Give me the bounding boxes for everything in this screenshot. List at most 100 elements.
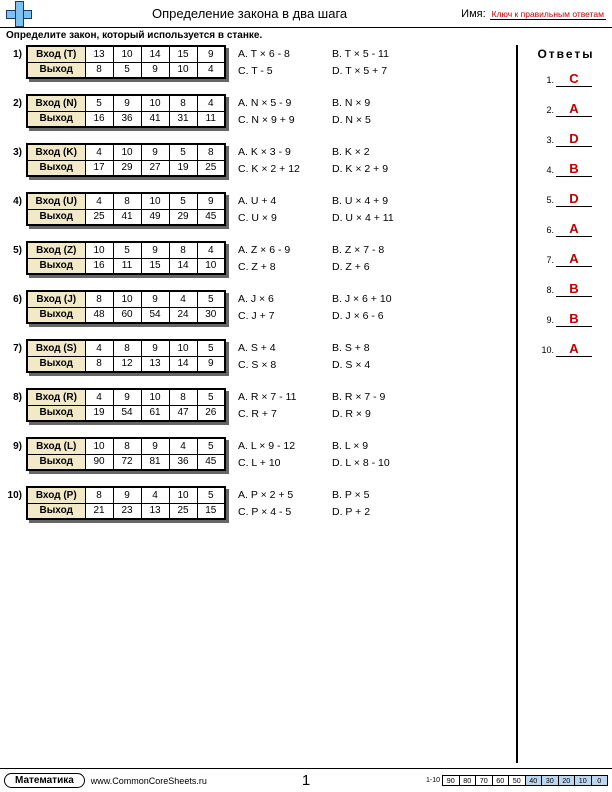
output-cell: 23 xyxy=(113,503,141,519)
problem-number: 3) xyxy=(4,143,26,158)
answer-number: 2. xyxy=(540,105,554,115)
input-label: Вход (U) xyxy=(27,193,85,209)
choice-option: B. T × 5 - 11 xyxy=(332,46,408,63)
output-cell: 9 xyxy=(141,62,169,78)
output-cell: 29 xyxy=(169,209,197,225)
choices: A. R × 7 - 11B. R × 7 - 9C. R + 7D. R × … xyxy=(238,388,408,423)
input-cell: 9 xyxy=(141,242,169,258)
input-cell: 10 xyxy=(169,340,197,356)
input-cell: 4 xyxy=(197,242,225,258)
input-cell: 10 xyxy=(85,242,113,258)
answer-row: 6.A xyxy=(522,221,610,237)
answer-value: B xyxy=(556,161,592,177)
input-label: Вход (L) xyxy=(27,438,85,454)
choice-option: B. P × 5 xyxy=(332,487,408,504)
problem: 10)Вход (P)894105Выход2123132515A. P × 2… xyxy=(4,486,510,521)
io-table: Вход (L)108945Выход9072813645 xyxy=(26,437,226,471)
answer-row: 8.B xyxy=(522,281,610,297)
choice-option: D. R × 9 xyxy=(332,406,408,423)
choices: A. J × 6B. J × 6 + 10C. J + 7D. J × 6 - … xyxy=(238,290,408,325)
answer-value: B xyxy=(556,311,592,327)
choice-option: C. J + 7 xyxy=(238,308,314,325)
input-cell: 4 xyxy=(85,144,113,160)
answers-title: Ответы xyxy=(522,47,610,61)
input-cell: 4 xyxy=(141,487,169,503)
page-number: 1 xyxy=(302,772,310,789)
output-label: Выход xyxy=(27,307,85,323)
output-label: Выход xyxy=(27,356,85,372)
output-cell: 60 xyxy=(113,307,141,323)
input-cell: 5 xyxy=(169,144,197,160)
answers-list: 1.C2.A3.D4.B5.D6.A7.A8.B9.B10.A xyxy=(522,71,610,357)
answer-row: 2.A xyxy=(522,101,610,117)
answer-number: 3. xyxy=(540,135,554,145)
output-cell: 10 xyxy=(169,62,197,78)
answer-number: 4. xyxy=(540,165,554,175)
output-label: Выход xyxy=(27,258,85,274)
choice-option: C. K × 2 + 12 xyxy=(238,161,314,178)
choice-option: A. S + 4 xyxy=(238,340,314,357)
score-cell: 40 xyxy=(525,776,542,786)
input-cell: 8 xyxy=(169,95,197,111)
input-cell: 9 xyxy=(197,193,225,209)
problem: 1)Вход (T)131014159Выход859104A. T × 6 -… xyxy=(4,45,510,80)
score-table: 9080706050403020100 xyxy=(442,775,608,786)
input-cell: 4 xyxy=(169,291,197,307)
answer-key-text: Ключ к правильным ответам xyxy=(490,9,606,20)
answer-value: A xyxy=(556,101,592,117)
output-label: Выход xyxy=(27,111,85,127)
answer-number: 5. xyxy=(540,195,554,205)
problem-number: 10) xyxy=(4,486,26,501)
problem-number: 1) xyxy=(4,45,26,60)
answer-row: 7.A xyxy=(522,251,610,267)
input-cell: 8 xyxy=(113,193,141,209)
input-label: Вход (S) xyxy=(27,340,85,356)
choice-option: D. K × 2 + 9 xyxy=(332,161,408,178)
output-label: Выход xyxy=(27,454,85,470)
input-cell: 4 xyxy=(197,95,225,111)
input-cell: 10 xyxy=(141,389,169,405)
choice-option: B. U × 4 + 9 xyxy=(332,193,408,210)
answers-column: Ответы 1.C2.A3.D4.B5.D6.A7.A8.B9.B10.A xyxy=(516,45,612,763)
header: Определение закона в два шага Имя: Ключ … xyxy=(0,0,612,28)
output-cell: 16 xyxy=(85,258,113,274)
output-cell: 4 xyxy=(197,62,225,78)
io-table: Вход (U)481059Выход2541492945 xyxy=(26,192,226,226)
output-label: Выход xyxy=(27,503,85,519)
input-cell: 10 xyxy=(141,193,169,209)
input-cell: 5 xyxy=(197,487,225,503)
output-cell: 16 xyxy=(85,111,113,127)
output-cell: 14 xyxy=(169,258,197,274)
choice-option: D. S × 4 xyxy=(332,357,408,374)
choice-option: D. L × 8 - 10 xyxy=(332,455,408,472)
input-cell: 9 xyxy=(113,389,141,405)
problem: 7)Вход (S)489105Выход81213149A. S + 4B. … xyxy=(4,339,510,374)
input-cell: 8 xyxy=(197,144,225,160)
io-table: Вход (T)131014159Выход859104 xyxy=(26,45,226,79)
problem-number: 9) xyxy=(4,437,26,452)
output-cell: 72 xyxy=(113,454,141,470)
score-cell: 60 xyxy=(492,776,509,786)
input-cell: 9 xyxy=(141,291,169,307)
input-cell: 9 xyxy=(197,46,225,62)
output-cell: 15 xyxy=(141,258,169,274)
choices: A. N × 5 - 9B. N × 9C. N × 9 + 9D. N × 5 xyxy=(238,94,408,129)
io-table: Вход (Z)105984Выход1611151410 xyxy=(26,241,226,275)
site-url: www.CommonCoreSheets.ru xyxy=(91,776,207,786)
problem: 8)Вход (R)491085Выход1954614726A. R × 7 … xyxy=(4,388,510,423)
choice-option: A. R × 7 - 11 xyxy=(238,389,314,406)
output-cell: 48 xyxy=(85,307,113,323)
input-cell: 10 xyxy=(85,438,113,454)
worksheet-page: Определение закона в два шага Имя: Ключ … xyxy=(0,0,612,792)
choice-option: B. N × 9 xyxy=(332,95,408,112)
answer-value: D xyxy=(556,191,592,207)
output-cell: 8 xyxy=(85,62,113,78)
choice-option: C. Z + 8 xyxy=(238,259,314,276)
input-cell: 8 xyxy=(169,389,197,405)
output-cell: 25 xyxy=(85,209,113,225)
body: 1)Вход (T)131014159Выход859104A. T × 6 -… xyxy=(0,45,612,763)
choice-option: B. R × 7 - 9 xyxy=(332,389,408,406)
choice-option: A. L × 9 - 12 xyxy=(238,438,314,455)
problem: 4)Вход (U)481059Выход2541492945A. U + 4B… xyxy=(4,192,510,227)
answer-row: 5.D xyxy=(522,191,610,207)
